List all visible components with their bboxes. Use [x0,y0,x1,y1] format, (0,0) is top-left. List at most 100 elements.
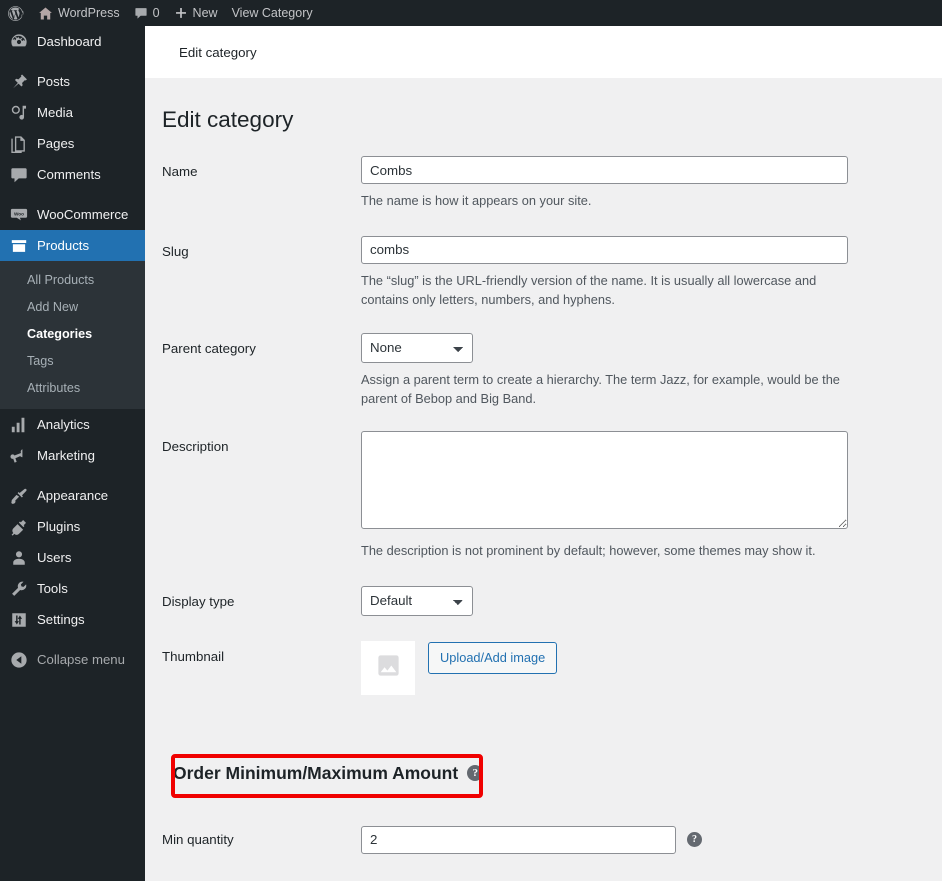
sidebar-item-label: Settings [37,612,85,627]
parent-category-description: Assign a parent term to create a hierarc… [361,371,840,406]
wrench-icon [9,579,29,599]
wordpress-admin-screen: WordPress 0 New View Category Dashboard … [0,0,942,881]
pin-icon [9,72,29,92]
sidebar-item-label: Appearance [37,488,109,503]
menu-group-content: Posts Media Pages Comments [0,66,145,190]
collapse-arrow-icon [9,650,29,670]
help-circle-icon[interactable]: ? [687,832,702,848]
sidebar-item-marketing[interactable]: Marketing [0,440,145,471]
sidebar-item-label: Dashboard [37,34,102,49]
home-icon [38,6,53,21]
field-row-slug: Slug The “slug” is the URL-friendly vers… [162,235,942,310]
view-category-label: View Category [231,6,313,20]
slug-input[interactable] [361,235,848,264]
sidebar-item-label: Users [37,550,72,565]
pages-icon [9,134,29,154]
comments-icon [9,165,29,185]
name-description: The name is how it appears on your site. [361,193,592,209]
field-row-name: Name The name is how it appears on your … [162,156,942,210]
description-label: Description [162,439,229,455]
slug-description: The “slug” is the URL-friendly version o… [361,272,817,308]
sidebar-item-plugins[interactable]: Plugins [0,511,145,542]
sidebar-item-categories[interactable]: Categories [0,321,145,348]
description-textarea[interactable] [361,431,848,530]
parent-category-select[interactable]: None [361,332,473,363]
sidebar-item-label: Posts [37,74,70,89]
comment-count: 0 [152,6,160,20]
wordpress-logo-menu[interactable] [0,0,31,26]
menu-separator [0,57,145,66]
sidebar-item-settings[interactable]: Settings [0,604,145,635]
current-menu-arrow-icon [145,237,153,254]
sidebar-item-label: Pages [37,136,75,151]
row-spacer [162,211,942,236]
view-category-link[interactable]: View Category [225,0,320,26]
row-spacer [162,561,942,586]
sidebar-item-woocommerce[interactable]: Woo WooCommerce [0,199,145,230]
sliders-icon [9,610,29,630]
user-icon [9,548,29,568]
comment-bubble-icon [134,6,148,20]
sidebar-item-label: Marketing [37,448,95,463]
sidebar-item-all-products[interactable]: All Products [0,267,145,294]
site-name-menu[interactable]: WordPress [31,0,127,26]
sidebar-item-add-new[interactable]: Add New [0,294,145,321]
sidebar-item-analytics[interactable]: Analytics [0,409,145,440]
topbar-title[interactable]: Edit category [179,45,257,60]
sidebar-item-label: Products [37,238,90,253]
sidebar-item-posts[interactable]: Posts [0,66,145,97]
field-row-parent-category: Parent category None Assign a parent ter… [162,332,942,409]
sidebar-item-comments[interactable]: Comments [0,159,145,190]
sidebar-item-appearance[interactable]: Appearance [0,480,145,511]
sidebar-item-dashboard[interactable]: Dashboard [0,26,145,57]
menu-separator [0,635,145,644]
products-box-icon [9,236,29,256]
menu-group-analytics: Analytics Marketing [0,409,145,471]
sidebar-item-attributes[interactable]: Attributes [0,375,145,402]
sidebar-item-label: Comments [37,167,101,182]
main-content: Edit category Edit category Name The nam… [145,26,942,881]
sidebar-item-tools[interactable]: Tools [0,573,145,604]
image-placeholder-icon [375,652,402,684]
menu-group-dashboard: Dashboard [0,26,145,57]
display-type-label: Display type [162,593,235,609]
content-topbar: Edit category [145,26,942,78]
dashboard-icon [9,32,29,52]
plug-icon [9,517,29,537]
sidebar-item-tags[interactable]: Tags [0,348,145,375]
name-input[interactable] [361,156,848,185]
media-icon [9,103,29,123]
admin-bar: WordPress 0 New View Category [0,0,942,26]
thumbnail-label: Thumbnail [162,648,225,664]
order-min-max-heading: Order Minimum/Maximum Amount ? [162,754,499,793]
help-circle-icon[interactable]: ? [467,765,484,782]
field-row-description: Description The description is not promi… [162,431,942,560]
menu-separator [0,471,145,480]
edit-category-page: Edit category Name The name is how it ap… [145,105,942,881]
field-row-thumbnail: Thumbnail Upload/Add image [162,640,942,695]
display-type-select[interactable]: Default [361,585,473,616]
name-label: Name [162,164,198,180]
min-quantity-input[interactable] [361,825,676,854]
sidebar-item-label: Analytics [37,417,90,432]
slug-label: Slug [162,243,189,259]
analytics-bars-icon [9,415,29,435]
field-row-min-quantity: Min quantity ? [162,825,942,854]
sidebar-item-products[interactable]: Products [0,230,153,261]
megaphone-icon [9,446,29,466]
comments-bubble-menu[interactable]: 0 [127,0,167,26]
page-title: Edit category [162,107,294,132]
field-row-display-type: Display type Default [162,585,942,616]
thumbnail-preview [361,640,415,695]
menu-group-collapse: Collapse menu [0,644,145,675]
sidebar-item-pages[interactable]: Pages [0,128,145,159]
row-spacer [162,310,942,333]
sidebar-item-label: Tools [37,581,68,596]
woocommerce-icon: Woo [9,205,29,225]
description-help: The description is not prominent by defa… [361,543,816,559]
sidebar-item-media[interactable]: Media [0,97,145,128]
sidebar-item-users[interactable]: Users [0,542,145,573]
upload-add-image-button[interactable]: Upload/Add image [428,641,558,675]
collapse-menu-button[interactable]: Collapse menu [0,644,145,675]
new-content-menu[interactable]: New [167,0,225,26]
